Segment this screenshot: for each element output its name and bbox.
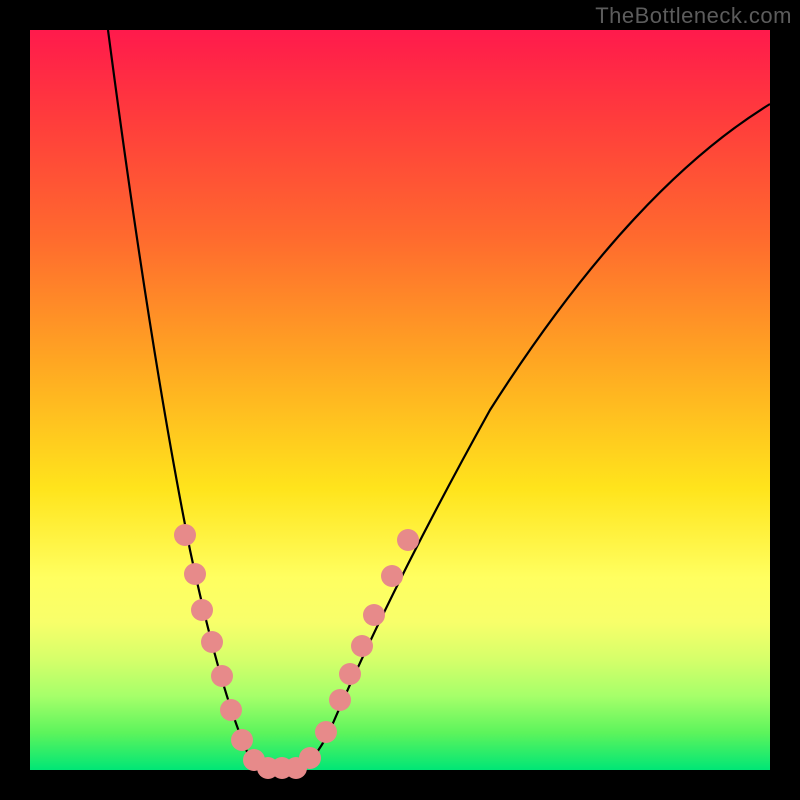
data-dot xyxy=(329,689,351,711)
curve-overlay xyxy=(30,30,770,770)
data-dot xyxy=(339,663,361,685)
data-dot xyxy=(174,524,196,546)
data-dot xyxy=(363,604,385,626)
data-dot xyxy=(184,563,206,585)
watermark: TheBottleneck.com xyxy=(595,3,792,29)
data-dot xyxy=(397,529,419,551)
data-dot xyxy=(231,729,253,751)
data-dot xyxy=(191,599,213,621)
right-curve xyxy=(292,104,770,770)
chart-frame: TheBottleneck.com xyxy=(0,0,800,800)
left-curve xyxy=(108,30,268,770)
plot-area xyxy=(30,30,770,770)
data-dot xyxy=(299,747,321,769)
data-dot xyxy=(211,665,233,687)
dots-group xyxy=(174,524,419,779)
data-dot xyxy=(201,631,223,653)
data-dot xyxy=(381,565,403,587)
data-dot xyxy=(315,721,337,743)
data-dot xyxy=(351,635,373,657)
data-dot xyxy=(220,699,242,721)
